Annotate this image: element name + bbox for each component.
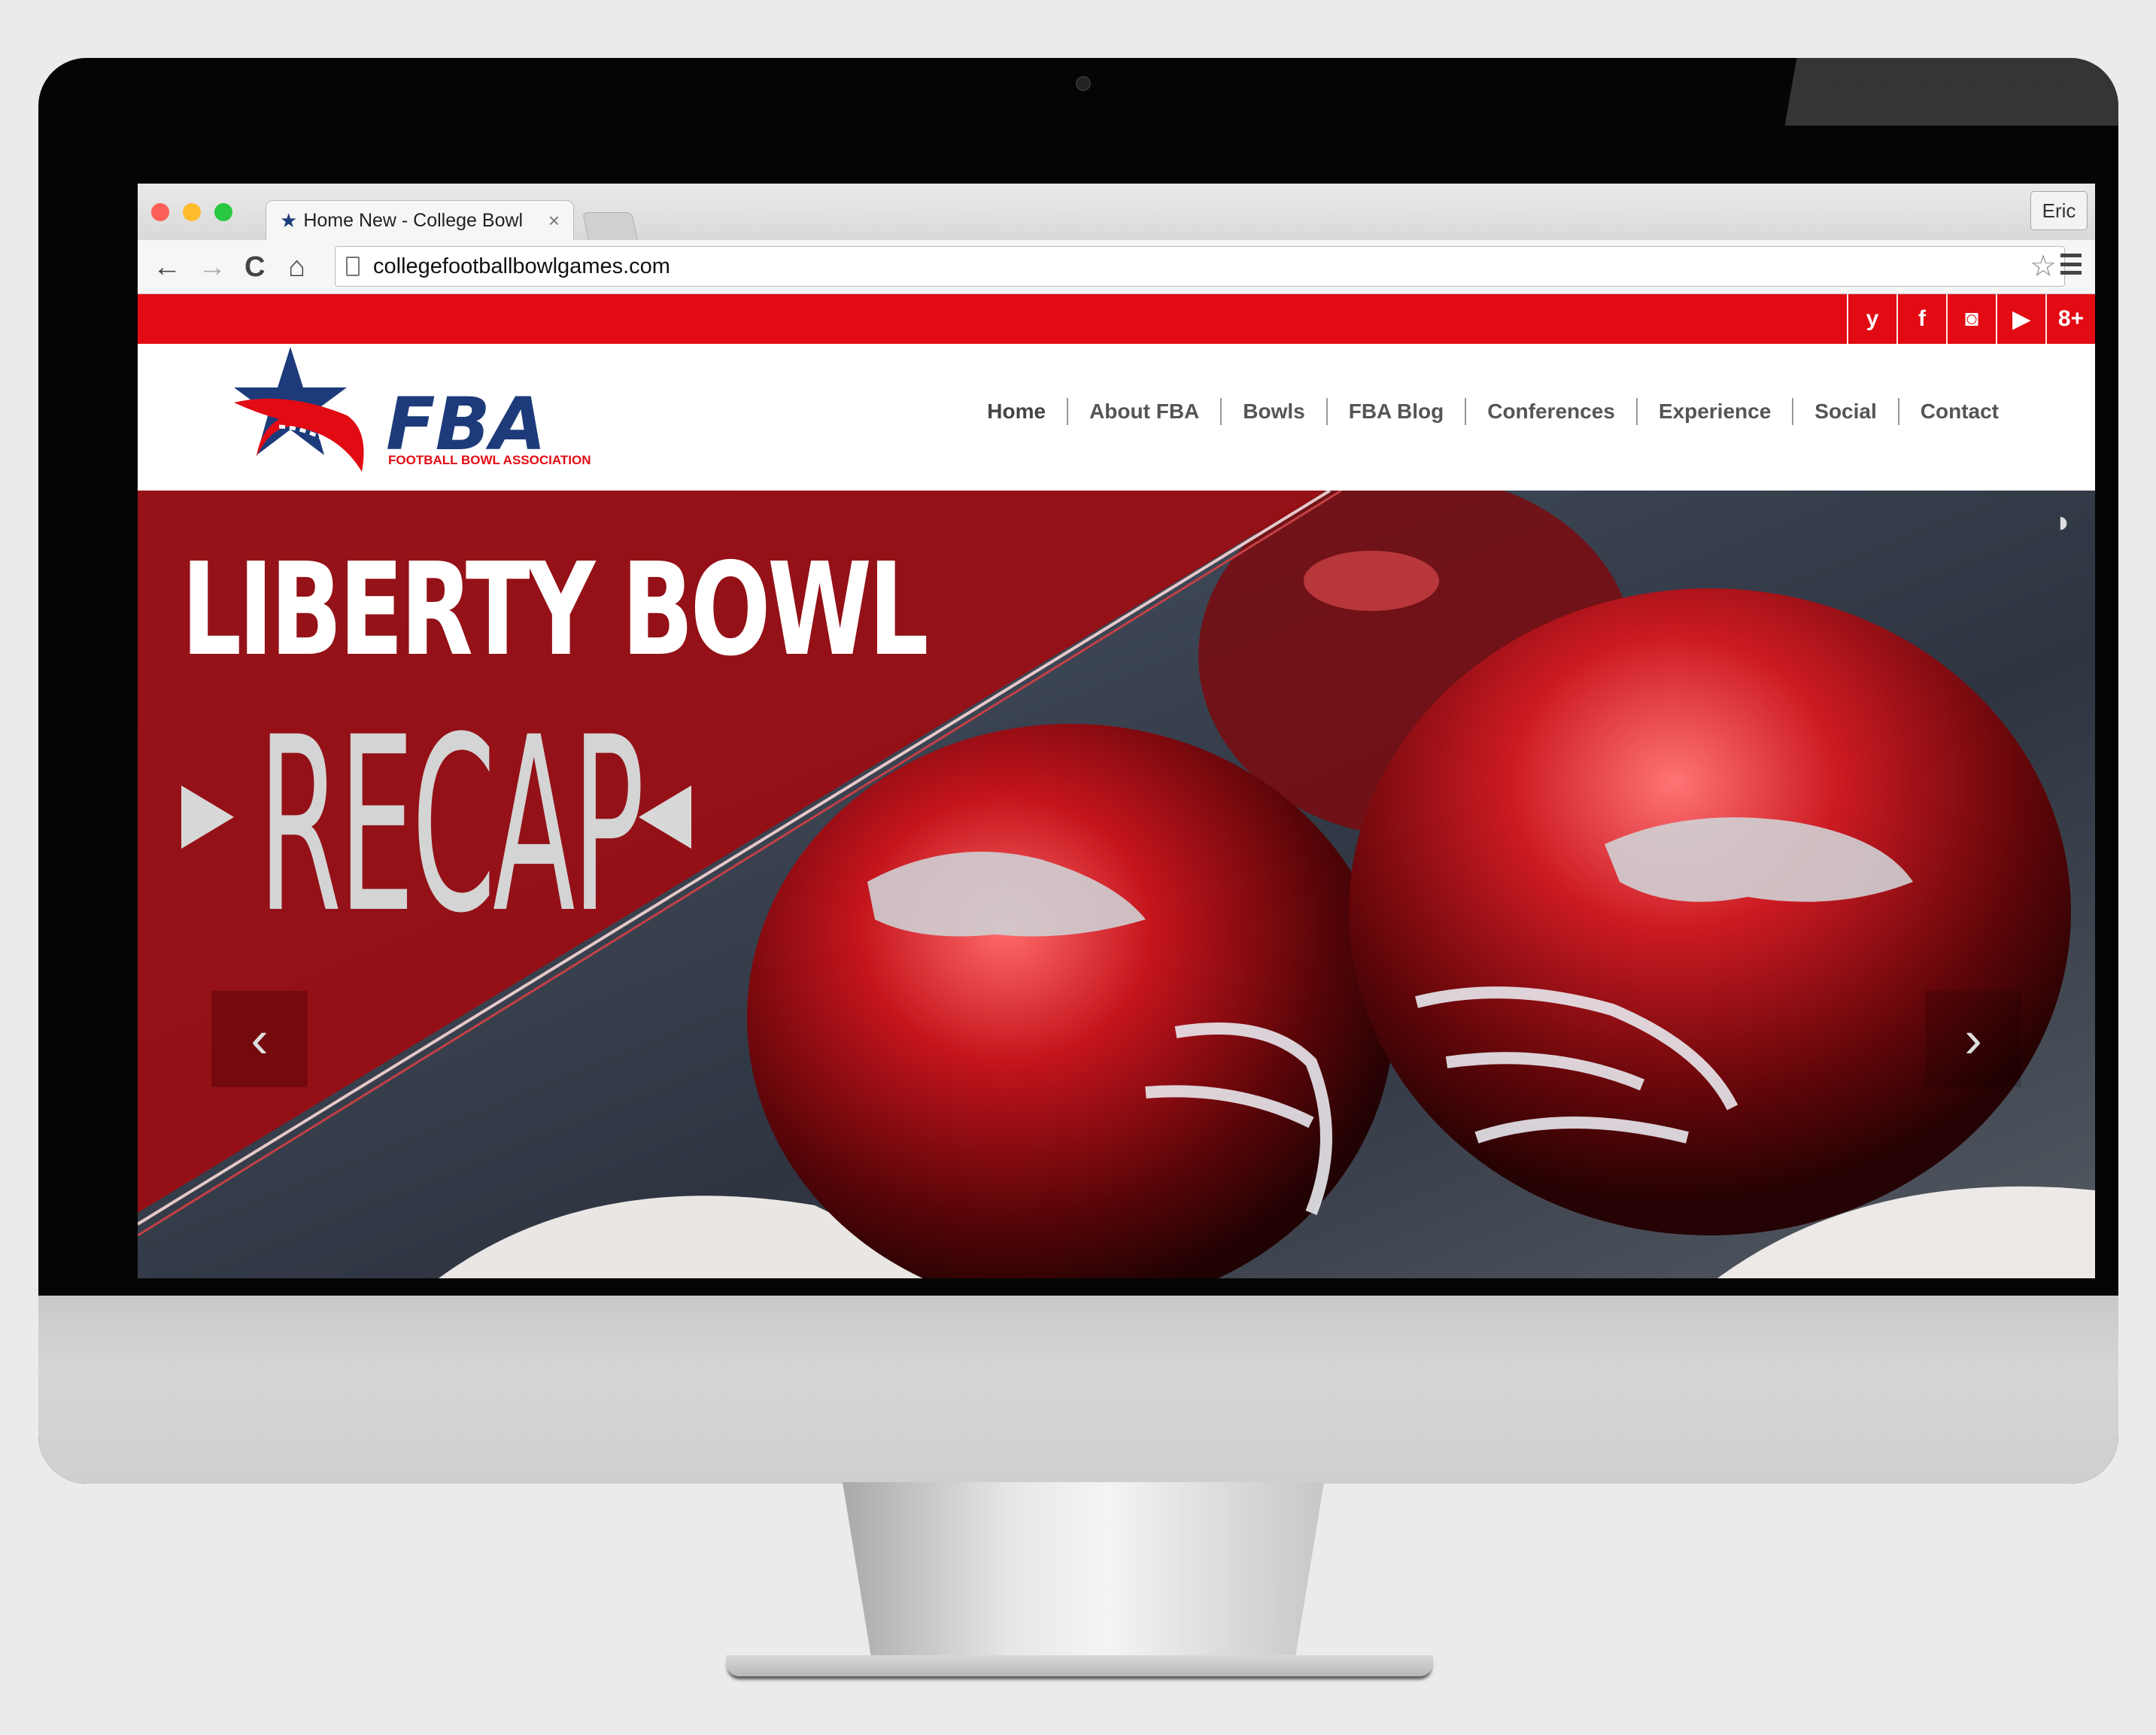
triangle-right-icon <box>181 785 234 849</box>
address-bar[interactable]: collegefootballbowlgames.com ☆ <box>335 246 2065 287</box>
nav-item-experience[interactable]: Experience <box>1635 398 1792 425</box>
hero-slider: LIBERTY BOWL RECAP ‹ › ◗ <box>138 491 2095 1278</box>
youtube-icon[interactable]: ▶ <box>1996 294 2045 344</box>
google-plus-icon[interactable]: 8+ <box>2045 294 2095 344</box>
back-icon[interactable]: ← <box>153 252 181 282</box>
fba-logo[interactable]: FBA FOOTBALL BOWL ASSOCIATION <box>226 344 648 487</box>
nav-item-social[interactable]: Social <box>1792 398 1897 425</box>
twitter-icon[interactable]: y <box>1847 294 1896 344</box>
monitor-stand-neck <box>843 1482 1324 1659</box>
logo-subtitle: FOOTBALL BOWL ASSOCIATION <box>388 453 591 467</box>
facebook-icon[interactable]: f <box>1896 294 1946 344</box>
bezel-reflection <box>1667 58 2118 126</box>
tab-title: Home New - College Bowl <box>303 209 524 231</box>
reload-icon[interactable]: C <box>244 252 265 282</box>
home-icon[interactable]: ⌂ <box>288 252 305 282</box>
tab-home[interactable]: ★ Home New - College Bowl × <box>266 200 574 240</box>
nav-item-home[interactable]: Home <box>966 398 1067 425</box>
triangle-left-icon <box>639 785 691 849</box>
instagram-icon[interactable]: ◙ <box>1946 294 1996 344</box>
page-icon <box>346 257 360 276</box>
forward-icon[interactable]: → <box>198 252 226 282</box>
browser-menu-icon[interactable] <box>2060 254 2082 275</box>
slider-prev-icon[interactable]: ‹ <box>211 991 308 1087</box>
social-links: y f ◙ ▶ 8+ <box>1847 294 2095 344</box>
hero-subheadline: RECAP <box>258 686 645 966</box>
new-tab-button[interactable] <box>582 212 639 241</box>
browser-tabstrip: ★ Home New - College Bowl × Eric <box>138 184 2095 241</box>
slider-loader-icon: ◗ <box>2054 506 2072 539</box>
browser-toolbar: ← → C ⌂ collegefootballbowlgames.com ☆ <box>138 240 2095 294</box>
nav-item-about[interactable]: About FBA <box>1067 398 1220 425</box>
favicon-star-icon: ★ <box>280 208 298 232</box>
screen: ★ Home New - College Bowl × Eric ← → C ⌂… <box>138 184 2095 1278</box>
slider-next-icon[interactable]: › <box>1925 991 2021 1087</box>
main-nav: Home About FBA Bowls FBA Blog Conference… <box>966 398 2020 425</box>
close-window-button[interactable] <box>151 203 169 221</box>
site-header: FBA FOOTBALL BOWL ASSOCIATION Home About… <box>138 344 2095 491</box>
monitor-chin <box>38 1296 2118 1484</box>
hero-headline: LIBERTY BOWL <box>181 536 929 685</box>
nav-item-bowls[interactable]: Bowls <box>1220 398 1325 425</box>
monitor-frame: ★ Home New - College Bowl × Eric ← → C ⌂… <box>38 58 2118 1484</box>
bookmark-star-icon[interactable]: ☆ <box>2030 249 2057 284</box>
nav-item-contact[interactable]: Contact <box>1897 398 2020 425</box>
minimize-window-button[interactable] <box>183 203 201 221</box>
nav-item-blog[interactable]: FBA Blog <box>1325 398 1465 425</box>
nav-item-conferences[interactable]: Conferences <box>1465 398 1636 425</box>
zoom-window-button[interactable] <box>214 203 232 221</box>
tab-close-icon[interactable]: × <box>548 209 560 232</box>
url-text[interactable]: collegefootballbowlgames.com <box>373 254 2030 279</box>
monitor-stand-base <box>726 1655 1433 1676</box>
site-topbar: y f ◙ ▶ 8+ <box>138 294 2095 344</box>
profile-button[interactable]: Eric <box>2030 191 2088 230</box>
camera <box>1076 76 1091 91</box>
